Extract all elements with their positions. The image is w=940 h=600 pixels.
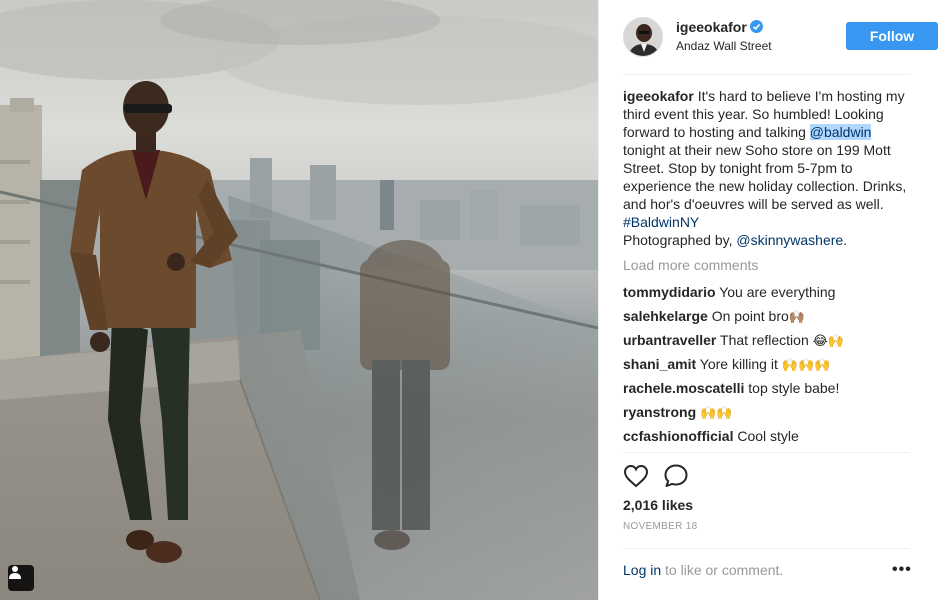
post-photo[interactable] (0, 0, 598, 600)
post-header: igeeokafor Andaz Wall Street Follow (599, 0, 940, 74)
comment-bubble-icon[interactable] (663, 463, 689, 489)
comment-text: Cool style (737, 428, 799, 444)
heart-icon[interactable] (623, 463, 649, 489)
list-item: tommydidario You are everything (623, 283, 913, 307)
comment-emoji: 🙌🙌🙌 (781, 358, 831, 373)
follow-button[interactable]: Follow (846, 22, 938, 50)
comment-list: tommydidario You are everything salehkel… (623, 283, 913, 451)
comment-text: That reflection (720, 332, 809, 348)
comment-text: Yore killing it (699, 356, 778, 372)
list-item: salehkelarge On point bro🙌🏽 (623, 307, 913, 331)
login-link[interactable]: Log in (623, 562, 661, 578)
post-sidebar: igeeokafor Andaz Wall Street Follow igee… (598, 0, 940, 600)
verified-badge-icon (749, 20, 763, 33)
list-item: ryanstrong 🙌🙌 (623, 403, 913, 427)
comment-text: top style babe! (748, 380, 840, 396)
avatar[interactable] (623, 17, 663, 57)
list-item: shani_amit Yore killing it 🙌🙌🙌 (623, 355, 913, 379)
comment-emoji: 😂🙌 (812, 334, 845, 349)
comment-username[interactable]: salehkelarge (623, 308, 708, 324)
post-author-username[interactable]: igeeokafor (676, 19, 763, 35)
user-tag-icon[interactable] (8, 565, 34, 591)
location-link[interactable]: Andaz Wall Street (676, 39, 772, 53)
comment-emoji: 🙌🏽 (788, 310, 805, 325)
post-caption: igeeokafor It's hard to believe I'm host… (623, 87, 913, 249)
like-count[interactable]: 2,016 likes (623, 497, 693, 513)
comment-username[interactable]: rachele.moscatelli (623, 380, 744, 396)
comment-username[interactable]: urbantraveller (623, 332, 716, 348)
post-actions (623, 463, 689, 491)
credit-prefix: Photographed by, (623, 232, 737, 248)
comment-username[interactable]: ccfashionofficial (623, 428, 733, 444)
caption-text-2: tonight at their new Soho store on 199 M… (623, 142, 907, 212)
comment-username[interactable]: shani_amit (623, 356, 696, 372)
login-prompt: Log in to like or comment. (623, 562, 783, 578)
comment-username[interactable]: tommydidario (623, 284, 716, 300)
photo-illustration (0, 0, 598, 600)
photo-credit: Photographed by, @skinnywashere. (623, 231, 913, 249)
more-options-icon[interactable]: ••• (892, 561, 912, 579)
header-divider (623, 74, 910, 75)
caption-hashtag-link[interactable]: #BaldwinNY (623, 214, 699, 230)
comment-text: You are everything (719, 284, 836, 300)
load-more-comments-button[interactable]: Load more comments (623, 257, 758, 273)
comment-emoji: 🙌🙌 (700, 406, 733, 421)
list-item: ccfashionofficial Cool style (623, 427, 913, 451)
footer-divider (623, 548, 910, 549)
credit-suffix: . (843, 232, 848, 248)
login-prompt-text: to like or comment. (661, 562, 784, 578)
caption-author[interactable]: igeeokafor (623, 88, 694, 104)
comment-username[interactable]: ryanstrong (623, 404, 696, 420)
author-name[interactable]: igeeokafor (676, 19, 747, 35)
list-item: rachele.moscatelli top style babe! (623, 379, 913, 403)
comment-text: On point bro (711, 308, 789, 324)
credit-mention-link[interactable]: @skinnywashere (736, 232, 843, 248)
actions-divider (623, 452, 910, 453)
list-item: urbantraveller That reflection 😂🙌 (623, 331, 913, 355)
post-date: NOVEMBER 18 (623, 521, 698, 532)
caption-mention-link[interactable]: @baldwin (809, 124, 872, 140)
